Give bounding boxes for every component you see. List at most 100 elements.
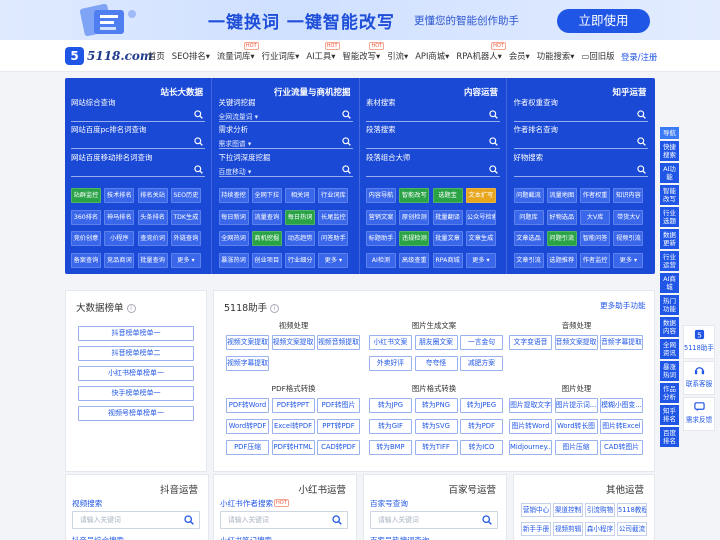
- assistant-tool-button[interactable]: 转为JPEG: [460, 398, 503, 413]
- top-banner[interactable]: 一键换词 一键智能改写 更懂您的智能创作助手 立即使用: [0, 0, 720, 40]
- assistant-tool-button[interactable]: 模糊小图变...: [600, 398, 643, 413]
- panel-tool-button[interactable]: 智能改写: [399, 188, 430, 203]
- quick-nav-item[interactable]: 全网资讯: [660, 339, 679, 359]
- nav-item-7[interactable]: API商城▾: [415, 50, 449, 62]
- bottom-search-input[interactable]: 请输入关键词: [370, 511, 498, 529]
- panel-tool-button[interactable]: 行业词库: [318, 188, 349, 203]
- nav-item-9[interactable]: 会员▾: [509, 50, 530, 62]
- panel-tool-button[interactable]: 全网下拉: [251, 188, 282, 203]
- operation-button[interactable]: 营销中心: [521, 503, 551, 517]
- nav-item-10[interactable]: 功能搜索▾: [537, 50, 575, 62]
- panel-search-input[interactable]: [71, 110, 205, 122]
- assistant-tool-button[interactable]: 转为BMP: [369, 440, 412, 455]
- logo[interactable]: 5 5118.com: [65, 47, 153, 65]
- panel-tool-button[interactable]: 原创检测: [399, 209, 430, 225]
- bottom-search-link[interactable]: 小红书作者搜索: [220, 498, 273, 509]
- panel-tool-button[interactable]: SEO历史: [170, 188, 201, 203]
- panel-tool-button[interactable]: 查竞价词: [137, 231, 168, 246]
- quick-nav-item[interactable]: AI功能: [660, 163, 679, 183]
- quick-nav-item[interactable]: 行业选题: [660, 207, 679, 227]
- panel-tool-button[interactable]: 竞价创意: [71, 231, 101, 246]
- panel-search-dropdown[interactable]: 需求图谱 ▾: [219, 138, 254, 148]
- panel-search-field[interactable]: 需求分析 需求图谱 ▾: [218, 124, 353, 149]
- panel-search-input[interactable]: 全网流量词 ▾: [218, 110, 353, 122]
- assistant-tool-button[interactable]: 转为PDF: [460, 419, 503, 434]
- bottom-search-link[interactable]: 视频搜索: [72, 498, 102, 509]
- panel-tool-button[interactable]: 暴涨热词: [218, 252, 249, 268]
- assistant-tool-button[interactable]: CAD转PDF: [317, 440, 360, 455]
- panel-tool-button[interactable]: 相关词: [285, 188, 316, 203]
- assistant-tool-button[interactable]: PDF转Word: [226, 398, 269, 413]
- panel-tool-button[interactable]: 技术排名: [104, 188, 135, 203]
- panel-tool-button[interactable]: 商机挖掘: [251, 231, 282, 246]
- panel-search-field[interactable]: 好物搜索: [513, 152, 648, 177]
- quick-nav-item[interactable]: 数据更新: [660, 229, 679, 249]
- assistant-tool-button[interactable]: PDF转PPT: [271, 398, 315, 413]
- panel-search-field[interactable]: 关键词挖掘 全网流量词 ▾: [218, 97, 353, 122]
- nav-item-5[interactable]: 智能改写▾ HOT: [343, 42, 385, 62]
- panel-tool-button[interactable]: 神马排名: [104, 209, 135, 225]
- more-assistant-link[interactable]: 更多助手功能: [600, 300, 646, 311]
- bigdata-list-item[interactable]: 小红书榜单榜单一: [78, 366, 194, 381]
- panel-tool-button[interactable]: 头条排名: [137, 209, 168, 225]
- panel-tool-button[interactable]: 大V库: [580, 209, 611, 225]
- panel-tool-button[interactable]: 创业项目: [251, 252, 282, 268]
- assistant-tool-button[interactable]: PPT转PDF: [317, 419, 360, 434]
- panel-search-field[interactable]: 网站百度移动排名词查询: [71, 152, 205, 177]
- assistant-tool-button[interactable]: 转为PNG: [414, 398, 458, 413]
- assistant-tool-button[interactable]: 转为SVG: [414, 419, 458, 434]
- panel-tool-button[interactable]: 标题助手: [366, 231, 396, 246]
- search-icon[interactable]: [636, 137, 646, 146]
- assistant-tool-button[interactable]: 视频文案提取: [226, 335, 269, 350]
- assistant-tool-button[interactable]: 转为JPG: [369, 398, 412, 413]
- bottom-next-link[interactable]: 抖音号综合搜索: [72, 535, 124, 540]
- panel-search-field[interactable]: 素材搜索: [366, 97, 500, 122]
- assistant-tool-button[interactable]: 转为GIF: [369, 419, 412, 434]
- bottom-next-link[interactable]: 小红书笔记搜索: [220, 535, 272, 540]
- operation-button[interactable]: 引流购物: [585, 503, 615, 517]
- search-icon[interactable]: [489, 165, 498, 174]
- bigdata-list-item[interactable]: 视频号榜单榜单一: [78, 406, 194, 421]
- panel-tool-button[interactable]: 全网热词: [218, 231, 249, 246]
- search-icon[interactable]: [184, 515, 194, 525]
- assistant-tool-button[interactable]: 音频文案提取: [554, 335, 598, 350]
- bigdata-list-item[interactable]: 快手榜单榜单一: [78, 386, 194, 401]
- bottom-search-input[interactable]: 请输入关键词: [72, 511, 200, 529]
- feedback-float-button[interactable]: 需求反馈: [683, 397, 715, 431]
- panel-search-input[interactable]: [366, 110, 500, 122]
- panel-tool-button[interactable]: 动态趋势: [285, 231, 316, 246]
- panel-tool-button[interactable]: 高级查重: [399, 252, 430, 268]
- panel-tool-button[interactable]: 站群监控: [71, 188, 101, 203]
- panel-tool-button[interactable]: 行业细分: [285, 252, 316, 268]
- search-icon[interactable]: [341, 110, 351, 119]
- operation-button[interactable]: 渠道控制: [553, 503, 583, 517]
- panel-tool-button[interactable]: 外链查询: [170, 231, 201, 246]
- assistant-tool-button[interactable]: 一言金句: [460, 335, 503, 350]
- assistant-tool-button[interactable]: 图片提取文字: [509, 398, 552, 413]
- assistant-tool-button[interactable]: Word转PDF: [226, 419, 269, 434]
- assistant-tool-button[interactable]: Excel转PDF: [271, 419, 315, 434]
- search-icon[interactable]: [482, 515, 492, 525]
- panel-tool-button[interactable]: 长尾监控: [318, 209, 349, 225]
- assistant-tool-button[interactable]: 音频字幕提取: [600, 335, 643, 350]
- panel-tool-button[interactable]: 竞品商词: [104, 252, 135, 268]
- assistant-tool-button[interactable]: 图片转Word: [509, 419, 552, 434]
- more-dropdown-button[interactable]: 更多 ▾: [465, 252, 496, 268]
- quick-nav-item[interactable]: 快捷搜索: [660, 141, 679, 161]
- panel-tool-button[interactable]: 每日新词: [218, 209, 249, 225]
- nav-item-6[interactable]: 引流▾: [387, 50, 408, 62]
- panel-tool-button[interactable]: 每日热词: [285, 209, 316, 225]
- panel-search-field[interactable]: 网站综合查询: [71, 97, 205, 122]
- banner-cta-button[interactable]: 立即使用: [557, 9, 650, 33]
- search-icon[interactable]: [489, 110, 498, 119]
- more-dropdown-button[interactable]: 更多 ▾: [318, 252, 349, 268]
- bigdata-list-item[interactable]: 抖音榜单榜单一: [78, 326, 194, 341]
- nav-item-1[interactable]: SEO排名▾: [172, 50, 210, 62]
- panel-search-field[interactable]: 段落组合大师: [366, 152, 500, 177]
- nav-item-0[interactable]: 首页: [148, 50, 165, 62]
- nav-item-8[interactable]: RPA机器人▾ HOT: [456, 42, 506, 62]
- quick-nav-item[interactable]: 知乎排名: [660, 405, 679, 425]
- panel-tool-button[interactable]: TDK生成: [170, 209, 201, 225]
- panel-search-input[interactable]: [366, 137, 500, 149]
- panel-tool-button[interactable]: 选题推荐: [546, 252, 577, 268]
